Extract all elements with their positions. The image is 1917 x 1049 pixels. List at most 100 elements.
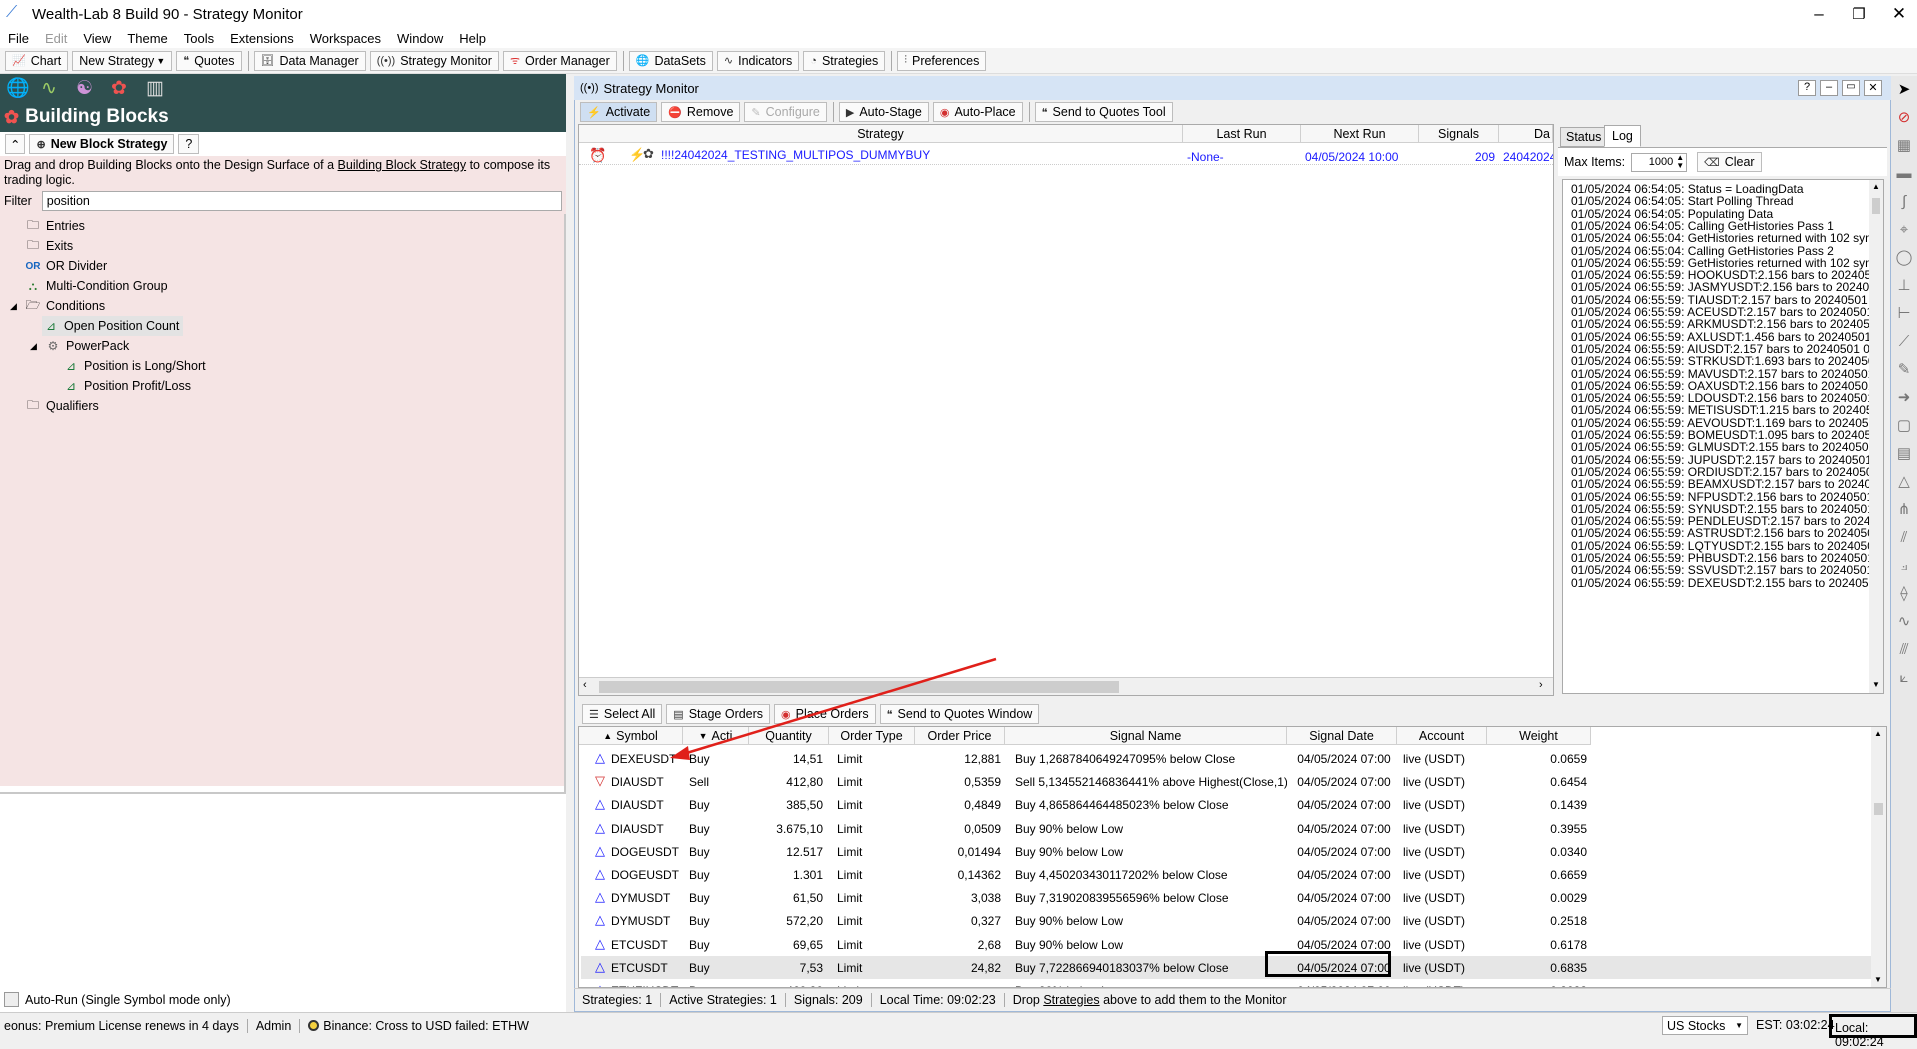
scroll-down-icon[interactable]: ▼ — [1872, 680, 1880, 689]
vertical-scrollbar[interactable]: ▲ ▼ — [1869, 180, 1883, 693]
minimize-icon[interactable]: – — [1820, 80, 1838, 96]
select-all-button[interactable]: ☰ Select All — [582, 704, 663, 724]
order-row[interactable]: △ DOGEUSDT Buy 1.301 Limit 0,14362 Buy 4,45020… — [581, 863, 1871, 886]
max-items-stepper[interactable]: 1000 ▲ ▼ — [1631, 152, 1688, 172]
clear-button[interactable]: ⌫ Clear — [1697, 152, 1762, 172]
order-row[interactable]: △ ETCUSDT Buy 7,53 Limit 24,82 Buy 7,722866940… — [581, 955, 1871, 979]
expand-arrow-icon[interactable]: ◢ — [30, 341, 44, 352]
scroll-left-icon[interactable]: ‹ — [583, 679, 587, 691]
column-signal-name[interactable]: Signal Name — [1005, 727, 1287, 745]
tree-node-entries[interactable]: 🗀 Entries — [24, 216, 85, 236]
auto-place-button[interactable]: ◉ Auto-Place — [932, 102, 1023, 122]
ellipse-icon[interactable]: ◯ — [1891, 244, 1917, 272]
channel-icon[interactable]: ⫽ — [1891, 524, 1917, 552]
speed-lines-icon[interactable]: ⫻ — [1891, 636, 1917, 664]
tree-node-qualifiers[interactable]: 🗀 Qualifiers — [24, 396, 99, 416]
menu-window[interactable]: Window — [389, 31, 451, 46]
scroll-thumb[interactable] — [1872, 198, 1880, 214]
order-manager-button[interactable]: ᯤ Order Manager — [502, 50, 617, 71]
column-next-run[interactable]: Next Run — [1301, 125, 1419, 143]
crosshair-icon[interactable]: ⌖ — [1891, 216, 1917, 244]
maximize-icon[interactable]: ▭ — [1842, 80, 1860, 96]
wave-tool-icon[interactable]: ∿ — [1891, 608, 1917, 636]
tab-log[interactable]: Log — [1604, 125, 1641, 147]
tree-node-multi-condition-group[interactable]: ⛬ Multi-Condition Group — [24, 276, 168, 296]
scroll-right-icon[interactable]: › — [1539, 679, 1543, 691]
wave-icon[interactable]: ∿ — [41, 77, 76, 100]
cursor-icon[interactable]: ➤ — [1891, 76, 1917, 104]
tree-node-position-profit-loss[interactable]: ⊿ Position Profit/Loss — [62, 376, 191, 396]
vertical-line-icon[interactable]: ⊥ — [1891, 272, 1917, 300]
pencil-icon[interactable]: ✎ — [1891, 356, 1917, 384]
tree-node-position-long-short[interactable]: ⊿ Position is Long/Short — [62, 356, 206, 376]
column-signal-date[interactable]: Signal Date — [1287, 727, 1397, 745]
window-help-button[interactable]: ? — [1798, 80, 1816, 96]
scroll-up-icon[interactable]: ▲ — [1874, 729, 1882, 738]
order-row[interactable]: △ DYMUSDT Buy 572,20 Limit 0,327 Buy 90% below… — [581, 909, 1871, 932]
order-row[interactable]: △ETHFIUSDTBuy460,80LimitBuy 90% below Lo… — [581, 979, 1871, 987]
fan-icon[interactable]: ⟓ — [1891, 552, 1917, 580]
tab-status[interactable]: Status — [1560, 127, 1608, 147]
order-row[interactable]: △ DIAUSDT Buy 385,50 Limit 0,4849 Buy 4,865864… — [581, 793, 1871, 816]
column-account[interactable]: Account — [1397, 727, 1487, 745]
spinner-icon[interactable]: ▲ ▼ — [1676, 154, 1684, 170]
scroll-up-icon[interactable]: ▲ — [1872, 182, 1880, 191]
building-block-strategy-link[interactable]: Building Block Strategy — [338, 158, 467, 172]
strategy-row[interactable]: ⏰ ⚡ ✿ !!!!24042024_TESTING_MULTIPOS_DUMM… — [579, 145, 1553, 165]
measure-icon[interactable]: ⟠ — [1891, 580, 1917, 608]
menu-edit[interactable]: Edit — [37, 31, 75, 46]
curve-icon[interactable]: ∫ — [1891, 188, 1917, 216]
data-manager-button[interactable]: 🗄 Data Manager — [253, 50, 366, 71]
close-icon[interactable]: ✕ — [1864, 80, 1882, 96]
new-block-strategy-button[interactable]: ⊕ New Block Strategy — [29, 134, 175, 154]
configure-button[interactable]: ✎ Configure — [744, 102, 827, 122]
vertical-scrollbar[interactable]: ▲ ▼ — [1871, 727, 1886, 987]
auto-stage-button[interactable]: ▶ Auto-Stage — [838, 102, 929, 122]
collapse-button[interactable]: ⌃ — [5, 134, 26, 154]
strategies-button[interactable]: ◔ Strategies — [803, 50, 886, 71]
tree-node-powerpack[interactable]: ◢ ⚙ PowerPack — [30, 336, 129, 356]
menu-help[interactable]: Help — [451, 31, 494, 46]
chart-button[interactable]: 📈 Chart — [5, 50, 69, 71]
filter-input[interactable] — [41, 191, 562, 211]
strategy-monitor-button[interactable]: ((•)) Strategy Monitor — [369, 50, 499, 71]
arrow-right-icon[interactable]: ➜ — [1891, 384, 1917, 412]
column-weight[interactable]: Weight — [1487, 727, 1591, 745]
order-row[interactable]: △ DYMUSDT Buy 61,50 Limit 3,038 Buy 7,31902083… — [581, 886, 1871, 909]
note-icon[interactable]: ▤ — [1891, 440, 1917, 468]
order-row[interactable]: △ ETCUSDT Buy 69,65 Limit 2,68 Buy 90% below L… — [581, 933, 1871, 956]
fork-icon[interactable]: ⋔ — [1891, 496, 1917, 524]
trendline-icon[interactable]: ⟋ — [1891, 328, 1917, 356]
remove-button[interactable]: ⛔ Remove — [661, 102, 741, 122]
brain-icon[interactable]: ☯ — [76, 77, 111, 100]
column-signals[interactable]: Signals — [1419, 125, 1499, 143]
toolbox-icon[interactable]: ▬ — [1891, 160, 1917, 188]
grid-icon[interactable]: ▦ — [1891, 132, 1917, 160]
column-dataset[interactable]: Da — [1499, 125, 1553, 143]
column-strategy[interactable]: Strategy — [579, 125, 1183, 143]
order-row[interactable]: △ DOGEUSDT Buy 12.517 Limit 0,01494 Buy 90% be… — [581, 840, 1871, 863]
new-strategy-dropdown[interactable]: New Strategy ▼ — [72, 50, 173, 71]
menu-file[interactable]: File — [0, 31, 37, 46]
scroll-down-icon[interactable]: ▼ — [1874, 975, 1882, 984]
auto-run-option[interactable]: Auto-Run (Single Symbol mode only) — [4, 992, 231, 1007]
tree-node-or-divider[interactable]: OR OR Divider — [24, 256, 108, 276]
activate-button[interactable]: ⚡ Activate — [580, 102, 658, 122]
quotes-button[interactable]: ❝ Quotes — [176, 50, 242, 71]
menu-theme[interactable]: Theme — [119, 31, 175, 46]
market-select[interactable]: US Stocks ▼ — [1662, 1016, 1748, 1035]
datasets-button[interactable]: 🌐 DataSets — [628, 50, 713, 71]
help-button[interactable]: ? — [178, 134, 200, 154]
menu-workspaces[interactable]: Workspaces — [302, 31, 389, 46]
expand-arrow-icon[interactable]: ◢ — [10, 301, 24, 312]
strategies-link[interactable]: Strategies — [1043, 993, 1099, 1007]
triangle-icon[interactable]: △ — [1891, 468, 1917, 496]
rectangle-icon[interactable]: ▢ — [1891, 412, 1917, 440]
gann-icon[interactable]: ⟀ — [1891, 664, 1917, 692]
provider-status[interactable]: Binance: Cross to USD failed: ETHW — [300, 1019, 537, 1033]
horizontal-line-icon[interactable]: ⊢ — [1891, 300, 1917, 328]
close-icon[interactable]: ✕ — [1876, 0, 1917, 28]
library-icon[interactable]: ▥ — [146, 77, 181, 100]
menu-extensions[interactable]: Extensions — [222, 31, 302, 46]
menu-view[interactable]: View — [75, 31, 119, 46]
